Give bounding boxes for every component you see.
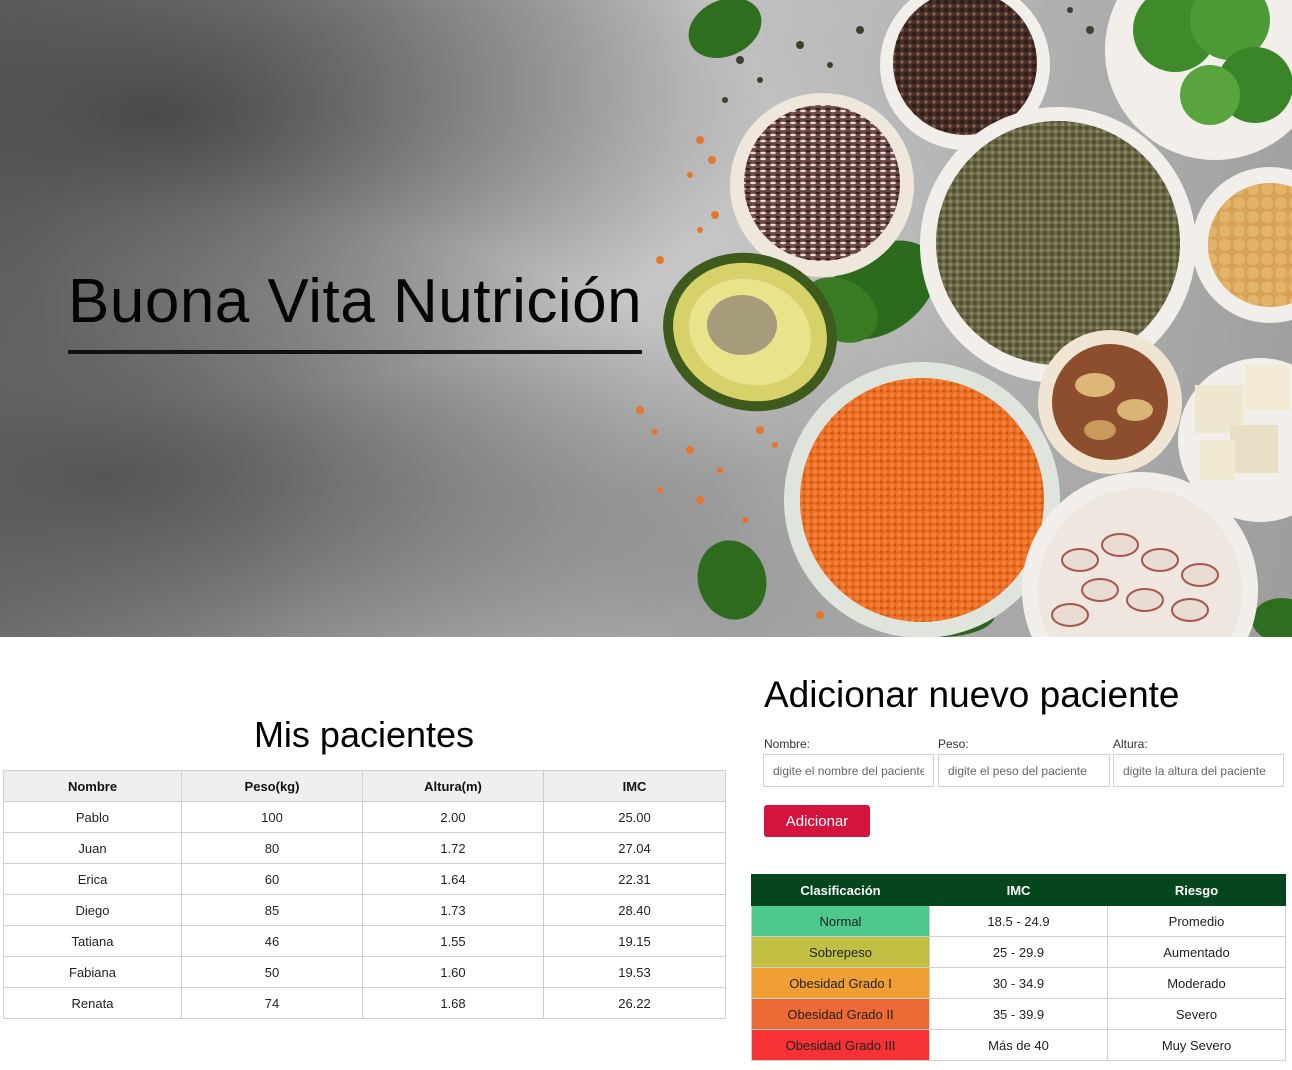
classification-riesgo: Aumentado [1107, 936, 1286, 968]
altura-input[interactable] [1113, 754, 1284, 787]
classification-row: Sobrepeso 25 - 29.9 Aumentado [751, 936, 1286, 968]
patient-nombre: Diego [3, 894, 182, 926]
patients-title: Mis pacientes [253, 714, 475, 755]
column-header-altura: Altura(m) [362, 770, 544, 802]
patient-altura: 1.72 [362, 832, 544, 864]
patient-row[interactable]: Fabiana 50 1.60 19.53 [3, 956, 726, 988]
patient-nombre: Renata [3, 987, 182, 1019]
hero-banner: Buona Vita Nutrición [0, 0, 1292, 637]
classification-label: Obesidad Grado II [751, 998, 930, 1030]
patient-row[interactable]: Pablo 100 2.00 25.00 [3, 801, 726, 833]
classification-row: Normal 18.5 - 24.9 Promedio [751, 905, 1286, 937]
classification-label: Sobrepeso [751, 936, 930, 968]
column-header-riesgo: Riesgo [1107, 874, 1286, 906]
imc-classification-table: Clasificación IMC Riesgo Normal 18.5 - 2… [751, 874, 1286, 1061]
site-title: Buona Vita Nutrición [68, 267, 643, 336]
classification-riesgo: Severo [1107, 998, 1286, 1030]
column-header-nombre: Nombre [3, 770, 182, 802]
patient-row[interactable]: Renata 74 1.68 26.22 [3, 987, 726, 1019]
patient-peso: 80 [181, 832, 363, 864]
patient-row[interactable]: Diego 85 1.73 28.40 [3, 894, 726, 926]
peso-label: Peso: [938, 737, 969, 751]
patient-peso: 46 [181, 925, 363, 957]
patient-altura: 1.60 [362, 956, 544, 988]
patient-peso: 74 [181, 987, 363, 1019]
patient-imc: 22.31 [543, 863, 726, 895]
patient-imc: 25.00 [543, 801, 726, 833]
nombre-label: Nombre: [764, 737, 811, 751]
classification-row: Obesidad Grado III Más de 40 Muy Severo [751, 1029, 1286, 1061]
altura-label: Altura: [1113, 737, 1148, 751]
patient-row[interactable]: Tatiana 46 1.55 19.15 [3, 925, 726, 957]
patient-imc: 28.40 [543, 894, 726, 926]
patient-imc: 26.22 [543, 987, 726, 1019]
classification-riesgo: Muy Severo [1107, 1029, 1286, 1061]
patient-imc: 19.15 [543, 925, 726, 957]
patient-nombre: Erica [3, 863, 182, 895]
classification-imc: 25 - 29.9 [929, 936, 1108, 968]
column-header-clasificacion: Clasificación [751, 874, 930, 906]
patient-row[interactable]: Erica 60 1.64 22.31 [3, 863, 726, 895]
classification-label: Normal [751, 905, 930, 937]
column-header-imc: IMC [543, 770, 726, 802]
patients-table: Nombre Peso(kg) Altura(m) IMC Pablo 100 … [3, 770, 726, 1019]
classification-riesgo: Moderado [1107, 967, 1286, 999]
patient-nombre: Fabiana [3, 956, 182, 988]
patient-altura: 1.55 [362, 925, 544, 957]
classification-imc: 18.5 - 24.9 [929, 905, 1108, 937]
patient-nombre: Pablo [3, 801, 182, 833]
classification-label: Obesidad Grado III [751, 1029, 930, 1061]
peso-input[interactable] [938, 754, 1110, 787]
patient-imc: 27.04 [543, 832, 726, 864]
patient-nombre: Juan [3, 832, 182, 864]
add-patient-title: Adicionar nuevo paciente [764, 674, 1180, 715]
nombre-input[interactable] [763, 754, 934, 787]
add-patient-button[interactable]: Adicionar [764, 805, 870, 837]
patient-altura: 2.00 [362, 801, 544, 833]
column-header-peso: Peso(kg) [181, 770, 363, 802]
patient-altura: 1.64 [362, 863, 544, 895]
classification-riesgo: Promedio [1107, 905, 1286, 937]
column-header-imc-range: IMC [929, 874, 1108, 906]
patient-peso: 60 [181, 863, 363, 895]
patients-header-row: Nombre Peso(kg) Altura(m) IMC [3, 770, 726, 802]
classification-imc: 30 - 34.9 [929, 967, 1108, 999]
patient-altura: 1.73 [362, 894, 544, 926]
patient-row[interactable]: Juan 80 1.72 27.04 [3, 832, 726, 864]
patient-altura: 1.68 [362, 987, 544, 1019]
patient-nombre: Tatiana [3, 925, 182, 957]
patient-peso: 100 [181, 801, 363, 833]
title-underline [68, 350, 642, 354]
classification-imc: Más de 40 [929, 1029, 1108, 1061]
classification-imc: 35 - 39.9 [929, 998, 1108, 1030]
patient-imc: 19.53 [543, 956, 726, 988]
patient-peso: 85 [181, 894, 363, 926]
classification-row: Obesidad Grado II 35 - 39.9 Severo [751, 998, 1286, 1030]
classification-row: Obesidad Grado I 30 - 34.9 Moderado [751, 967, 1286, 999]
classification-header-row: Clasificación IMC Riesgo [751, 874, 1286, 906]
patient-peso: 50 [181, 956, 363, 988]
classification-label: Obesidad Grado I [751, 967, 930, 999]
